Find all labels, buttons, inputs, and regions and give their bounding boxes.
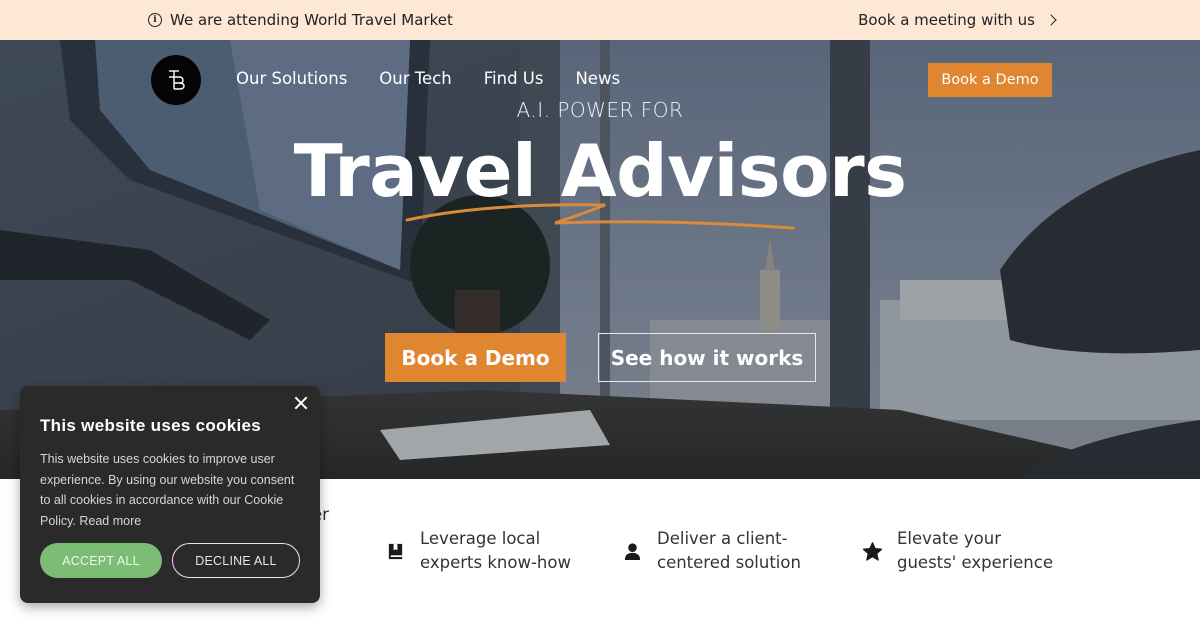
book-icon — [384, 540, 406, 562]
underline-swoosh-icon — [405, 203, 795, 230]
announcement: i We are attending World Travel Market — [148, 10, 453, 30]
feature-item: Leverage local experts know-how — [384, 527, 571, 575]
nav-find-us[interactable]: Find Us — [484, 69, 544, 88]
book-meeting-link[interactable]: Book a meeting with us — [858, 10, 1057, 30]
hero-book-demo-button[interactable]: Book a Demo — [385, 333, 566, 382]
feature-item: Deliver a client- centered solution — [621, 527, 801, 575]
close-icon[interactable] — [292, 394, 310, 412]
feature-text: Deliver a client- centered solution — [657, 529, 801, 572]
feature-item: Elevate your guests' experience — [861, 527, 1053, 575]
nav-our-solutions[interactable]: Our Solutions — [236, 69, 347, 88]
hero-eyebrow: A.I. POWER FOR — [516, 98, 684, 122]
cookie-body: This website uses cookies to improve use… — [40, 449, 305, 531]
announcement-bar: i We are attending World Travel Market B… — [0, 0, 1200, 40]
tb-monogram-icon — [169, 70, 185, 90]
feature-text: Leverage local experts know-how — [420, 529, 571, 572]
decline-all-button[interactable]: DECLINE ALL — [172, 543, 300, 578]
chevron-right-icon — [1045, 14, 1057, 26]
user-icon — [621, 540, 643, 562]
read-more-link[interactable]: Read more — [79, 514, 141, 528]
see-how-it-works-button[interactable]: See how it works — [598, 333, 816, 382]
nav-our-tech[interactable]: Our Tech — [379, 69, 451, 88]
announcement-text: We are attending World Travel Market — [170, 11, 453, 29]
nav-news[interactable]: News — [575, 69, 620, 88]
main-nav: Our Solutions Our Tech Find Us News — [236, 69, 620, 88]
book-meeting-label: Book a meeting with us — [858, 11, 1035, 29]
feature-text: Elevate your guests' experience — [897, 529, 1053, 572]
star-icon — [861, 540, 883, 562]
cookie-banner: This website uses cookies This website u… — [20, 386, 320, 603]
accept-all-button[interactable]: ACCEPT ALL — [40, 543, 162, 578]
cookie-title: This website uses cookies — [40, 416, 262, 435]
header-book-demo-button[interactable]: Book a Demo — [928, 63, 1052, 97]
info-icon: i — [148, 13, 162, 27]
